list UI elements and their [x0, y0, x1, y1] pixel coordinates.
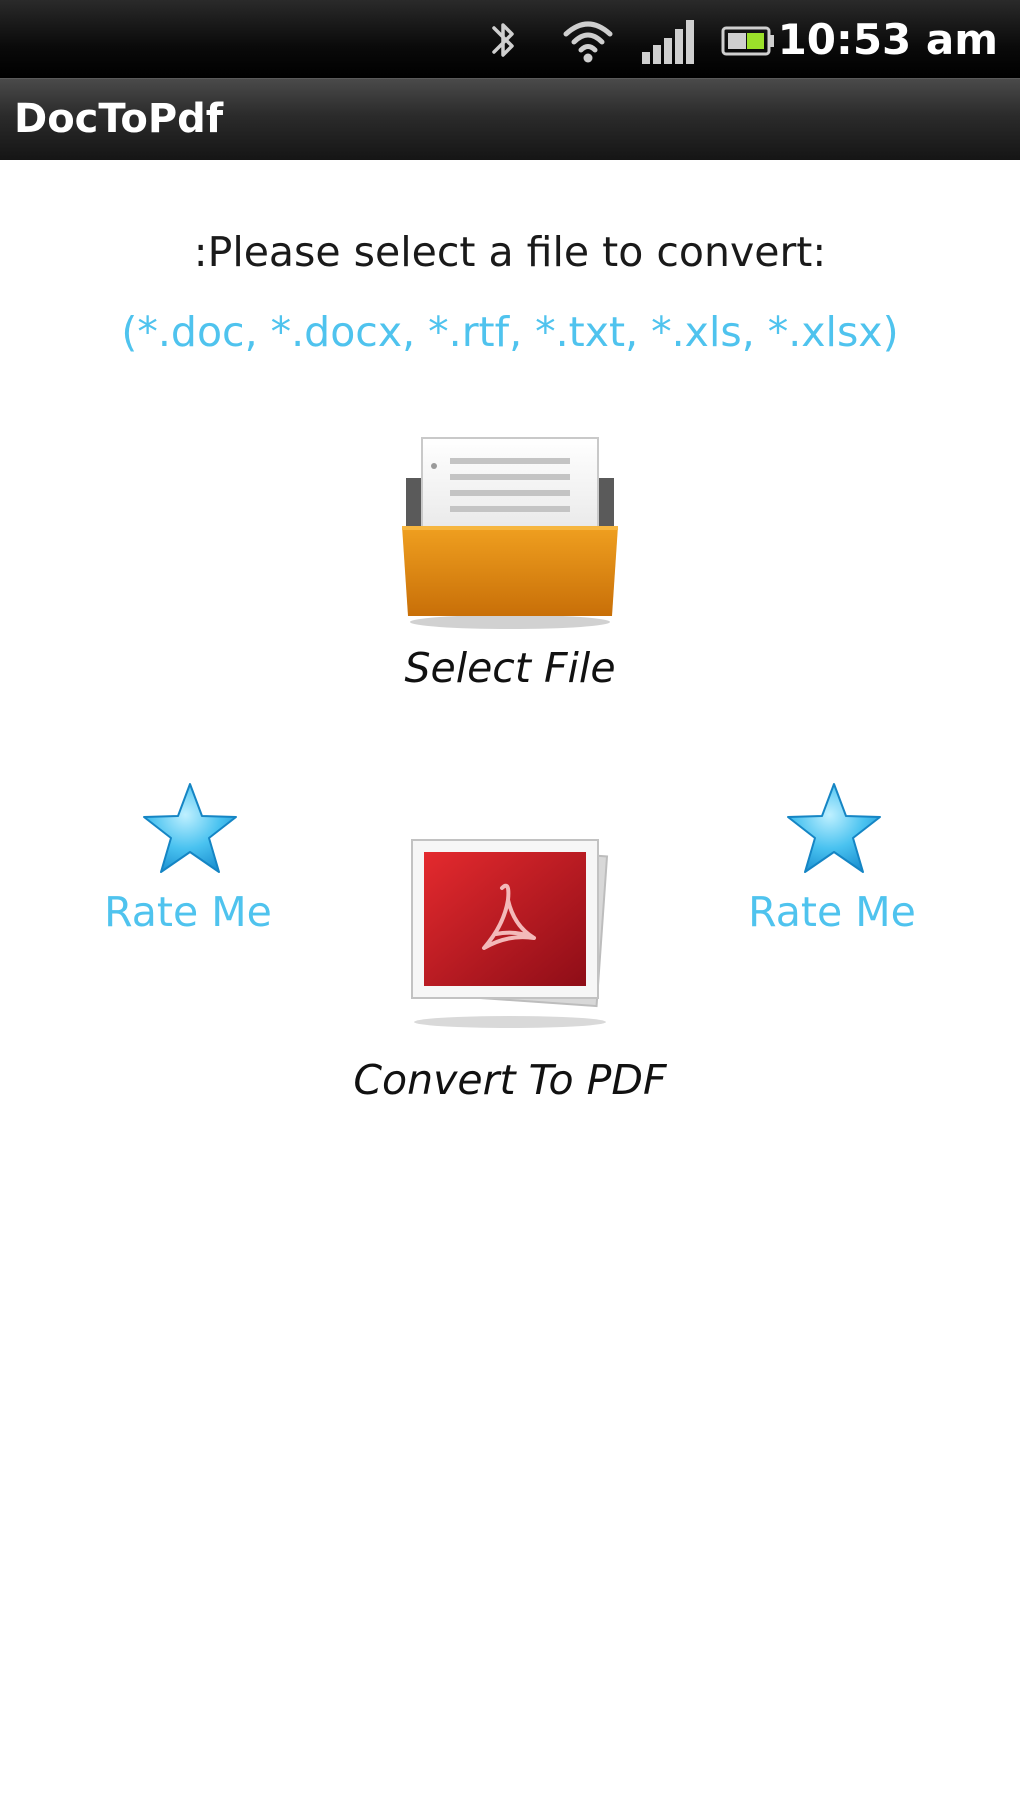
wifi-icon: [563, 21, 613, 63]
app-title: DocToPdf: [14, 96, 224, 142]
folder-icon: [402, 437, 618, 629]
convert-to-pdf-label: Convert To PDF: [353, 1056, 667, 1104]
convert-to-pdf-button[interactable]: Convert To PDF: [350, 830, 670, 1120]
title-bar: DocToPdf: [0, 78, 1020, 160]
bluetooth-icon: [492, 23, 514, 57]
pdf-icon: [411, 839, 609, 1028]
star-icon: [787, 783, 881, 873]
rate-me-right-button[interactable]: Rate Me: [732, 780, 932, 950]
rate-me-label: Rate Me: [748, 888, 916, 936]
signal-icon: [642, 20, 694, 64]
star-icon: [143, 783, 237, 873]
battery-icon: [721, 26, 774, 56]
rate-me-left-button[interactable]: Rate Me: [88, 780, 288, 950]
status-time: 10:53 am: [777, 15, 998, 64]
supported-extensions: (*.doc, *.docx, *.rtf, *.txt, *.xls, *.x…: [121, 308, 899, 356]
rate-me-label: Rate Me: [104, 888, 272, 936]
select-file-prompt: :Please select a file to convert:: [193, 228, 827, 276]
status-bar: 10:53 am: [0, 0, 1020, 78]
select-file-label: Select File: [404, 644, 616, 692]
select-file-button[interactable]: Select File: [370, 420, 650, 700]
